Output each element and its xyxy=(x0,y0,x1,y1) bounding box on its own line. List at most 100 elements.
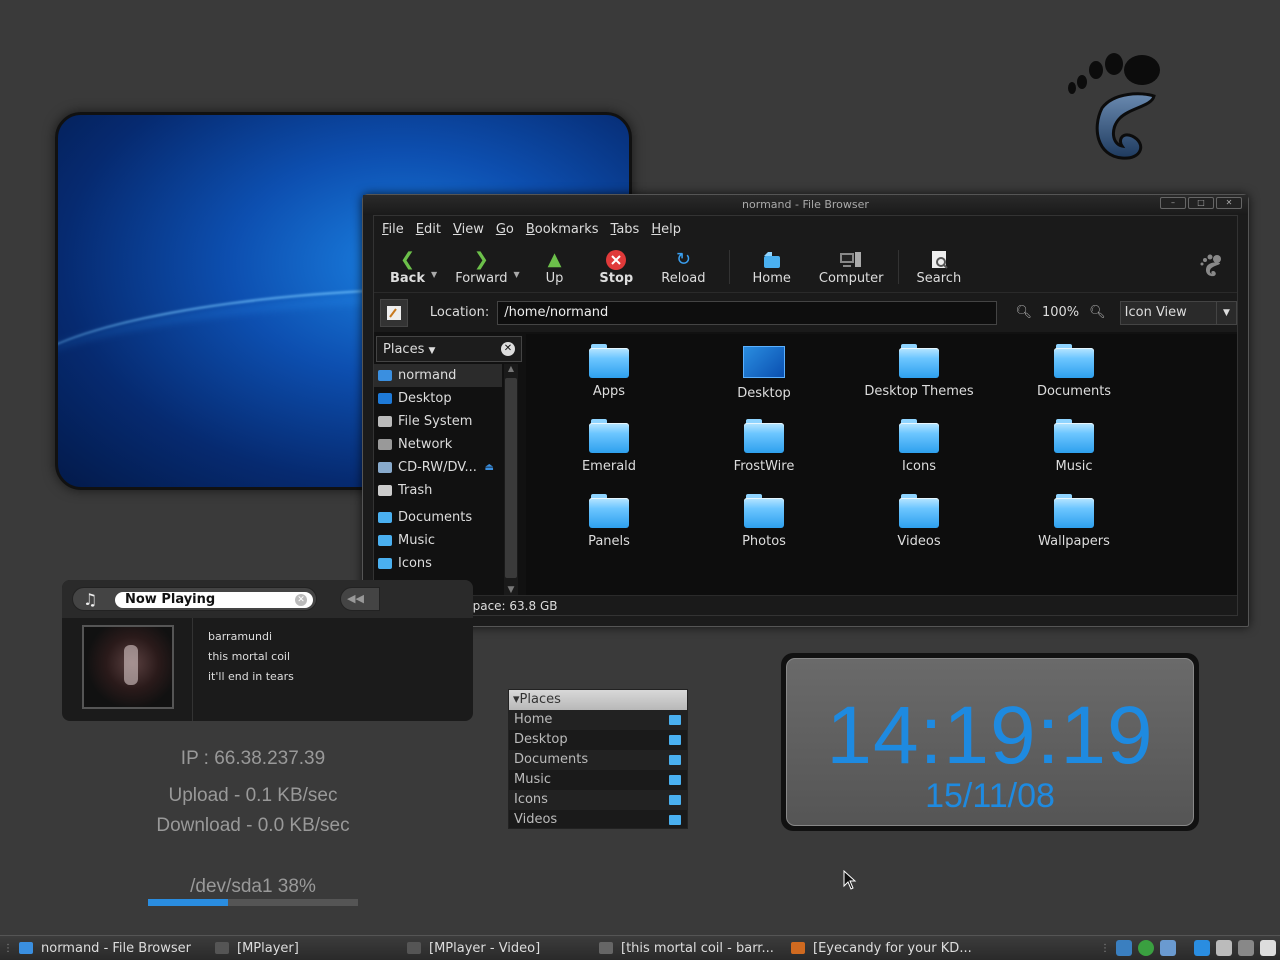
battery-tray-icon[interactable] xyxy=(1260,940,1276,956)
places-widget-item-documents[interactable]: Documents xyxy=(509,750,687,770)
sidebar-item-label: Trash xyxy=(398,483,433,498)
forward-history-dropdown[interactable]: ▼ xyxy=(513,270,519,279)
menu-help[interactable]: Help xyxy=(651,222,681,237)
file-item-photos[interactable]: Photos xyxy=(689,494,839,549)
sidebar-item-normand[interactable]: normand xyxy=(374,364,502,387)
panel-tray-icon[interactable] xyxy=(1160,940,1176,956)
reload-button[interactable]: ↻ Reload xyxy=(649,249,725,286)
file-item-emerald[interactable]: Emerald xyxy=(534,419,684,474)
file-item-frostwire[interactable]: FrostWire xyxy=(689,419,839,474)
zoom-out-icon[interactable]: 🔍︎ xyxy=(1015,305,1032,320)
up-button[interactable]: ▲ Up xyxy=(526,249,584,286)
eject-icon[interactable]: ⏏ xyxy=(485,462,494,473)
taskbar-task[interactable]: [MPlayer - Video] xyxy=(401,936,593,960)
clock-date: 15/11/08 xyxy=(925,777,1055,815)
window-titlebar[interactable]: normand - File Browser – □ ✕ xyxy=(363,195,1248,215)
places-widget-item-home[interactable]: Home xyxy=(509,710,687,730)
menu-view[interactable]: View xyxy=(453,222,484,237)
close-side-pane-icon[interactable]: ✕ xyxy=(501,342,515,356)
places-widget-item-icons[interactable]: Icons xyxy=(509,790,687,810)
clock-time: 14:19:19 xyxy=(826,690,1154,781)
file-name: Photos xyxy=(742,534,786,549)
disk-usage-bar xyxy=(148,899,358,906)
zoom-in-icon[interactable]: 🔍︎ xyxy=(1089,305,1106,320)
menu-bookmarks[interactable]: Bookmarks xyxy=(526,222,599,237)
file-name: Wallpapers xyxy=(1038,534,1110,549)
view-mode-select[interactable]: Icon View ▼ xyxy=(1119,300,1237,325)
update-tray-icon[interactable] xyxy=(1138,940,1154,956)
taskbar-task-label: [Eyecandy for your KD... xyxy=(813,940,972,956)
close-button[interactable]: ✕ xyxy=(1216,197,1242,209)
places-widget-item-videos[interactable]: Videos xyxy=(509,810,687,830)
desktop-tray-icon[interactable] xyxy=(1194,940,1210,956)
places-widget-item-label: Documents xyxy=(514,752,589,767)
download-speed: Download - 0.0 KB/sec xyxy=(156,815,350,836)
clear-icon[interactable]: ✕ xyxy=(295,594,307,606)
places-widget-item-label: Desktop xyxy=(514,732,568,747)
file-item-music[interactable]: Music xyxy=(999,419,1149,474)
sidebar-item-label: Network xyxy=(398,437,453,452)
taskbar-task[interactable]: [this mortal coil - barr... xyxy=(593,936,785,960)
sidebar-item-music[interactable]: Music xyxy=(374,529,502,552)
places-widget-item-music[interactable]: Music xyxy=(509,770,687,790)
upload-speed: Upload - 0.1 KB/sec xyxy=(168,785,338,806)
sidebar-item-label: Icons xyxy=(398,556,432,571)
taskbar-task[interactable]: [MPlayer] xyxy=(209,936,401,960)
side-pane-selector[interactable]: Places ▼ ✕ xyxy=(376,336,522,362)
taskbar-task-label: normand - File Browser xyxy=(41,940,191,956)
stop-button[interactable]: Stop xyxy=(583,249,649,286)
search-button[interactable]: Search xyxy=(903,249,976,286)
network-tray-icon[interactable] xyxy=(1116,940,1132,956)
file-name: Desktop Themes xyxy=(864,384,974,399)
volume-tray-icon[interactable] xyxy=(1238,940,1254,956)
file-item-documents[interactable]: Documents xyxy=(999,344,1149,399)
back-history-dropdown[interactable]: ▼ xyxy=(431,270,437,279)
menu-go[interactable]: Go xyxy=(496,222,514,237)
file-item-videos[interactable]: Videos xyxy=(844,494,994,549)
places-widget-item-label: Music xyxy=(514,772,551,787)
menu-edit[interactable]: Edit xyxy=(416,222,441,237)
sidebar-item-file-system[interactable]: File System xyxy=(374,410,502,433)
disk-usage-label: /dev/sda1 38% xyxy=(190,876,316,897)
places-widget-item-desktop[interactable]: Desktop xyxy=(509,730,687,750)
sidebar-item-cd-rw-dv[interactable]: CD-RW/DV... ⏏ xyxy=(374,456,502,479)
minimize-button[interactable]: – xyxy=(1160,197,1186,209)
sidebar-item-icons[interactable]: Icons xyxy=(374,552,502,575)
file-item-wallpapers[interactable]: Wallpapers xyxy=(999,494,1149,549)
toolbar: ❮ Back ▼ ❯ Forward ▼ ▲ Up Stop ↻ Reload xyxy=(374,242,1237,292)
sidebar-item-label: normand xyxy=(398,368,457,383)
file-item-panels[interactable]: Panels xyxy=(534,494,684,549)
folder-icon xyxy=(669,815,681,825)
sidebar-item-documents[interactable]: Documents xyxy=(374,506,502,529)
taskbar-task[interactable]: [Eyecandy for your KD... xyxy=(785,936,975,960)
side-pane-scrollbar[interactable]: ▲ ▼ xyxy=(504,364,518,595)
forward-button[interactable]: ❯ Forward xyxy=(443,249,519,286)
zoom-level[interactable]: 100% xyxy=(1042,305,1079,320)
file-item-apps[interactable]: Apps xyxy=(534,344,684,399)
sidebar-item-label: File System xyxy=(398,414,473,429)
computer-icon xyxy=(839,249,863,271)
back-button[interactable]: ❮ Back xyxy=(378,249,437,286)
now-playing-widget: ♫ Now Playing ✕ ◀◀ barramundi this morta… xyxy=(62,580,473,721)
folder-icon xyxy=(899,344,939,378)
sidebar-item-network[interactable]: Network xyxy=(374,433,502,456)
file-item-desktop[interactable]: Desktop xyxy=(689,344,839,401)
file-item-icons[interactable]: Icons xyxy=(844,419,994,474)
taskbar-task-label: [this mortal coil - barr... xyxy=(621,940,774,956)
sidebar-item-desktop[interactable]: Desktop xyxy=(374,387,502,410)
sidebar-item-trash[interactable]: Trash xyxy=(374,479,502,502)
places-widget-item-label: Videos xyxy=(514,812,558,827)
toggle-location-entry-button[interactable] xyxy=(380,298,408,327)
trash-tray-icon[interactable] xyxy=(1216,940,1232,956)
location-input[interactable] xyxy=(497,300,998,325)
home-button[interactable]: Home xyxy=(734,249,808,286)
menu-file[interactable]: File xyxy=(382,222,404,237)
menu-tabs[interactable]: Tabs xyxy=(611,222,640,237)
computer-button[interactable]: Computer xyxy=(809,249,894,286)
places-widget-header[interactable]: ▾Places xyxy=(509,690,687,710)
maximize-button[interactable]: □ xyxy=(1188,197,1214,209)
folder-icon xyxy=(669,715,681,725)
file-item-desktop-themes[interactable]: Desktop Themes xyxy=(844,344,994,399)
taskbar-task[interactable]: normand - File Browser xyxy=(13,936,209,960)
previous-track-button[interactable]: ◀◀ xyxy=(340,587,380,611)
